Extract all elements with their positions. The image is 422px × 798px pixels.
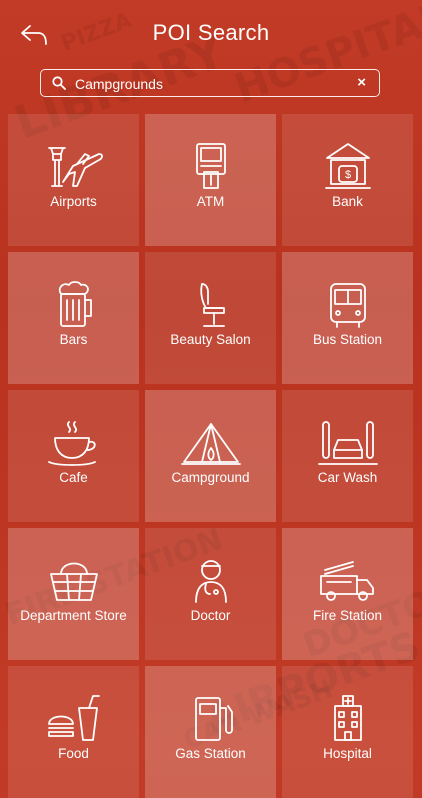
- search-value: Campgrounds: [75, 76, 163, 92]
- poi-tile-campground[interactable]: Campground: [145, 390, 276, 522]
- poi-label: Bank: [332, 194, 363, 209]
- poi-label: Doctor: [190, 608, 231, 623]
- search-icon: [52, 76, 66, 90]
- poi-label: Bars: [59, 332, 88, 347]
- poi-tile-food[interactable]: Food: [8, 666, 139, 798]
- coffee-cup-icon: [48, 421, 96, 466]
- poi-label: Campground: [171, 470, 250, 485]
- bank-icon: $: [325, 143, 371, 189]
- poi-tile-bus-station[interactable]: Bus Station: [282, 252, 413, 384]
- bus-icon: [330, 283, 366, 328]
- page-title: POI Search: [152, 20, 270, 45]
- clear-search-button[interactable]: ×: [357, 74, 366, 91]
- search-input[interactable]: Campgrounds ×: [40, 69, 380, 97]
- salon-chair-icon: [200, 283, 225, 327]
- poi-label: Food: [58, 746, 89, 761]
- svg-text:$: $: [345, 169, 351, 181]
- poi-tile-gas-station[interactable]: Gas Station: [145, 666, 276, 798]
- car-wash-icon: [318, 421, 378, 465]
- poi-tile-fire-station[interactable]: Fire Station: [282, 528, 413, 660]
- poi-tile-hospital[interactable]: Hospital: [282, 666, 413, 798]
- beer-mug-icon: [58, 281, 92, 327]
- poi-label: Hospital: [323, 746, 372, 761]
- shopping-basket-icon: [50, 562, 98, 601]
- poi-label: ATM: [196, 194, 225, 209]
- hospital-icon: [334, 695, 362, 741]
- poi-tile-bars[interactable]: Bars: [8, 252, 139, 384]
- poi-tile-doctor[interactable]: Doctor: [145, 528, 276, 660]
- poi-tile-atm[interactable]: ATM: [145, 114, 276, 246]
- atm-icon: [196, 143, 226, 189]
- airport-icon: [48, 147, 103, 187]
- poi-label: Airports: [50, 194, 97, 209]
- poi-tile-airports[interactable]: Airports: [8, 114, 139, 246]
- fast-food-icon: [48, 695, 100, 741]
- poi-tile-bank[interactable]: $ Bank: [282, 114, 413, 246]
- doctor-icon: [195, 560, 227, 603]
- poi-label: Beauty Salon: [170, 332, 251, 347]
- tent-icon: [181, 423, 241, 465]
- poi-label: Fire Station: [312, 608, 383, 623]
- poi-label: Bus Station: [312, 332, 383, 347]
- poi-tile-cafe[interactable]: Cafe: [8, 390, 139, 522]
- poi-label: Department Store: [20, 608, 127, 623]
- poi-grid: Airports ATM $ Bank Bars Beauty Salon Bu…: [8, 114, 414, 798]
- poi-label: Car Wash: [317, 470, 378, 485]
- poi-tile-beauty-salon[interactable]: Beauty Salon: [145, 252, 276, 384]
- fire-truck-icon: [320, 561, 374, 601]
- header: POI Search: [0, 0, 422, 68]
- poi-label: Gas Station: [175, 746, 246, 761]
- poi-label: Cafe: [59, 470, 88, 485]
- poi-tile-car-wash[interactable]: Car Wash: [282, 390, 413, 522]
- poi-tile-department-store[interactable]: Department Store: [8, 528, 139, 660]
- gas-pump-icon: [195, 697, 233, 741]
